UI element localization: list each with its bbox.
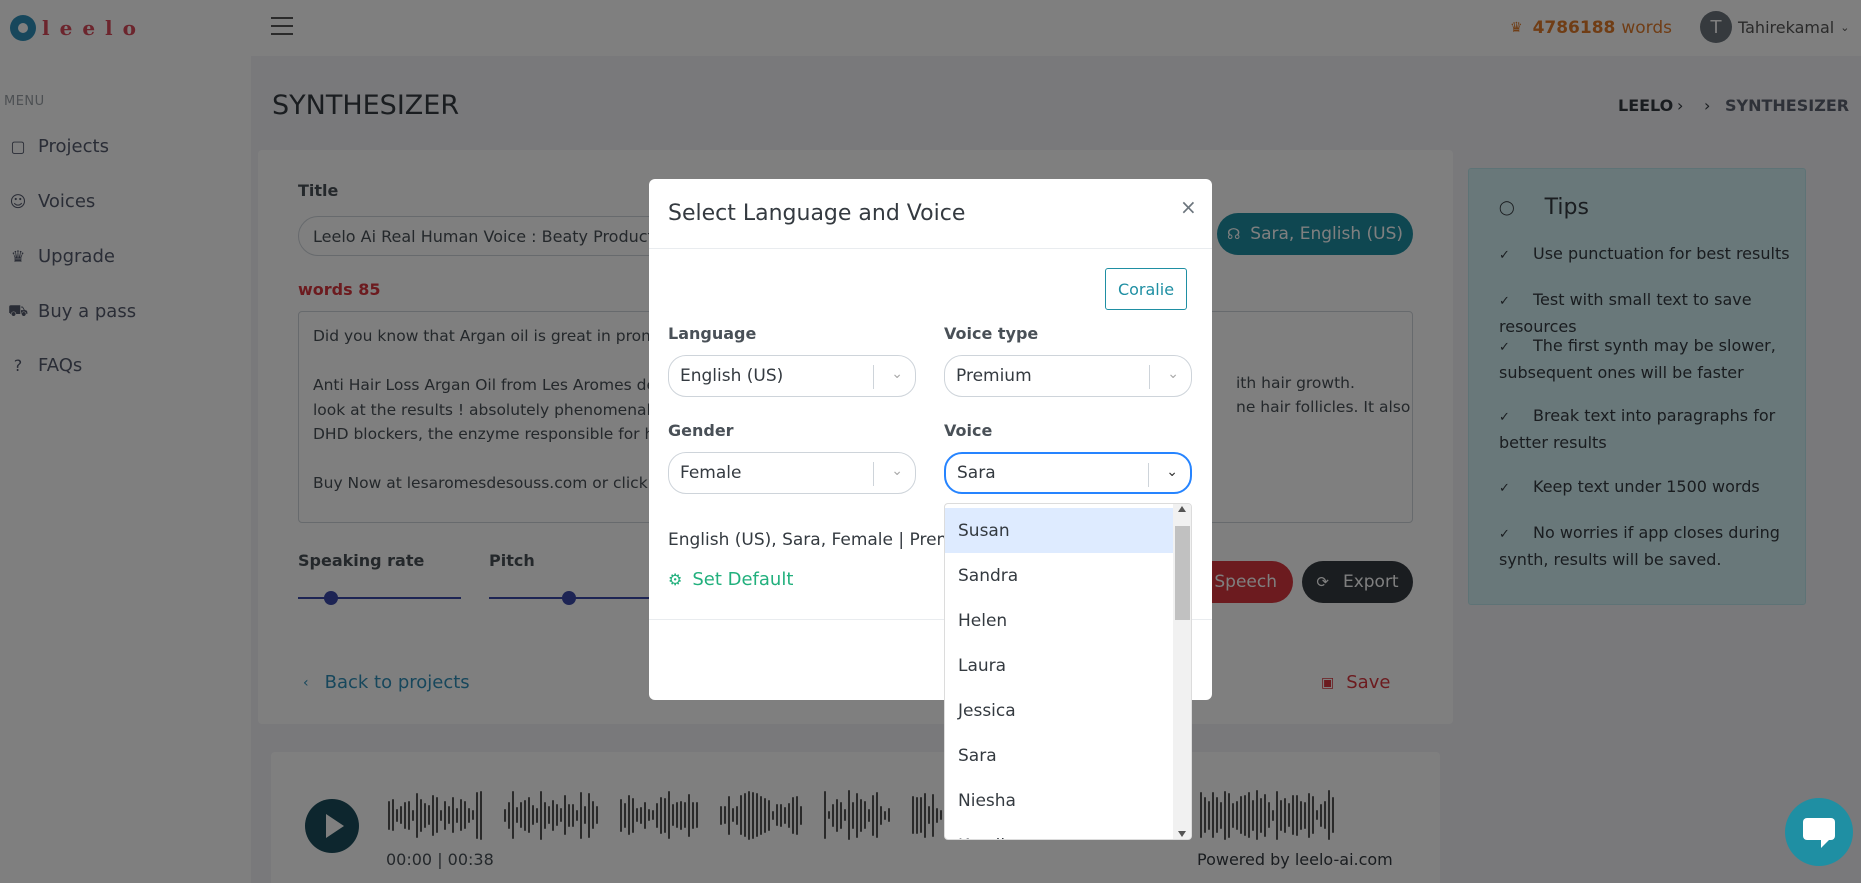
language-label: Language	[668, 324, 757, 343]
chat-widget-button[interactable]	[1785, 798, 1853, 866]
dropdown-scrollbar[interactable]	[1173, 504, 1191, 839]
divider	[649, 248, 1212, 249]
voice-option[interactable]: Sara	[945, 733, 1173, 778]
gender-label: Gender	[668, 421, 734, 440]
set-default-button[interactable]: ⚙ Set Default	[668, 569, 793, 590]
voice-option[interactable]: Sandra	[945, 553, 1173, 598]
close-icon[interactable]: ×	[1180, 195, 1197, 219]
chevron-down-icon: ⌄	[891, 366, 903, 382]
chevron-down-icon: ⌄	[1167, 366, 1179, 382]
gender-select[interactable]: Female ⌄	[668, 452, 916, 494]
voice-option[interactable]: Laura	[945, 643, 1173, 688]
voice-option[interactable]: Kendi	[945, 823, 1173, 840]
language-value: English (US)	[680, 366, 784, 386]
chevron-down-icon: ⌄	[1166, 464, 1178, 480]
voice-options-menu[interactable]: Susan Sandra Helen Laura Jessica Sara Ni…	[944, 503, 1192, 840]
voice-type-label: Voice type	[944, 324, 1039, 343]
voice-option[interactable]: Susan	[945, 508, 1173, 553]
scroll-down-icon[interactable]	[1178, 831, 1186, 837]
scrollbar-thumb[interactable]	[1175, 526, 1190, 620]
voice-option[interactable]: Jessica	[945, 688, 1173, 733]
voice-option[interactable]: Helen	[945, 598, 1173, 643]
voice-select[interactable]: Sara ⌄	[944, 452, 1192, 494]
selection-summary: English (US), Sara, Female | Premi	[668, 530, 958, 550]
scroll-up-icon[interactable]	[1178, 506, 1186, 512]
gear-icon: ⚙	[668, 570, 683, 589]
gender-value: Female	[680, 463, 742, 483]
voice-label: Voice	[944, 421, 993, 440]
voice-value: Sara	[957, 463, 996, 483]
modal-title: Select Language and Voice	[668, 201, 966, 226]
language-select[interactable]: English (US) ⌄	[668, 355, 916, 397]
coralie-button[interactable]: Coralie	[1105, 268, 1187, 310]
chevron-down-icon: ⌄	[891, 463, 903, 479]
voice-type-select[interactable]: Premium ⌄	[944, 355, 1192, 397]
voice-option[interactable]: Niesha	[945, 778, 1173, 823]
voice-type-value: Premium	[956, 366, 1032, 386]
set-default-label: Set Default	[692, 569, 794, 590]
